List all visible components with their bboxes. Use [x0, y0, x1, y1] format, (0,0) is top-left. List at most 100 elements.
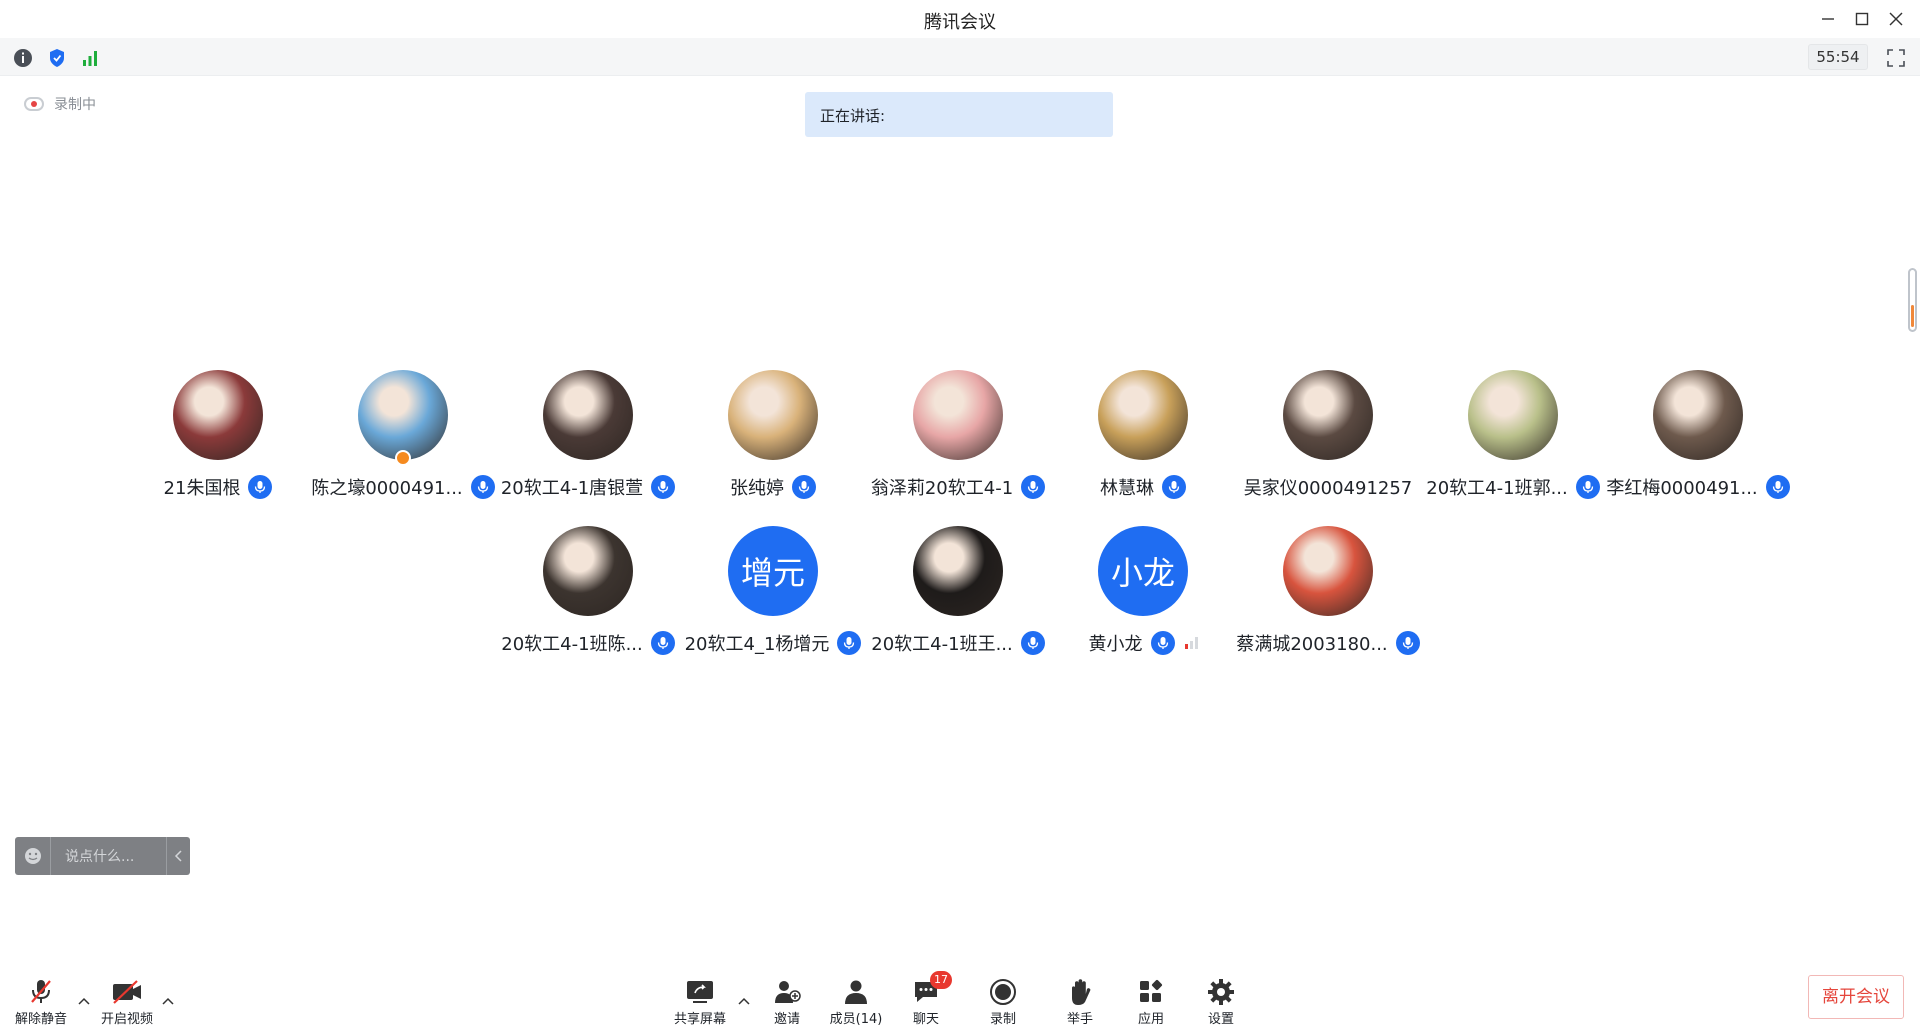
participant-name: 黄小龙 [1088, 634, 1143, 655]
apps-button[interactable]: 应用 [1116, 977, 1186, 1027]
invite-button[interactable]: 邀请 [752, 977, 822, 1027]
settings-label: 设置 [1207, 1012, 1234, 1027]
participant-tile[interactable]: 小龙黄小龙 [1053, 526, 1233, 676]
participant-tile[interactable]: 增元 20软工4_1杨增元 [683, 526, 863, 676]
participant-name: 20软工4-1唐银萱 [500, 478, 644, 499]
participant-name-row: 李红梅0000491... [1588, 474, 1808, 500]
participant-name-row: 蔡满城2003180... [1218, 630, 1438, 656]
avatar: 小龙 [1098, 526, 1188, 616]
chat-input[interactable]: 说点什么... [15, 837, 190, 875]
recording-label: 录制中 [54, 97, 96, 113]
unmute-label: 解除静音 [14, 1012, 67, 1027]
chat-placeholder: 说点什么... [65, 849, 135, 865]
mic-muted-icon [25, 977, 57, 1006]
record-icon [987, 977, 1019, 1006]
participant-name: 20软工4-1班郭... [1426, 478, 1568, 499]
settings-button[interactable]: 设置 [1186, 977, 1256, 1027]
participant-name: 20软工4-1班王... [871, 634, 1013, 655]
bottom-toolbar: 解除静音 开启视频 共享屏幕 邀请 成员(14) 17 聊天 录制 举手 应用 … [0, 965, 1920, 1030]
raise-hand-label: 举手 [1066, 1012, 1093, 1027]
start-video-label: 开启视频 [100, 1012, 153, 1027]
avatar [1098, 370, 1188, 460]
record-button[interactable]: 录制 [968, 977, 1038, 1027]
avatar [1283, 526, 1373, 616]
maximize-icon[interactable] [1850, 8, 1874, 30]
raise-hand-button[interactable]: 举手 [1045, 977, 1115, 1027]
participant-tile[interactable]: 陈之壕0000491... [311, 370, 495, 520]
avatar: 增元 [728, 526, 818, 616]
emoji-icon[interactable] [15, 837, 51, 875]
shield-icon[interactable] [45, 46, 69, 70]
avatar [543, 526, 633, 616]
video-off-icon [111, 977, 143, 1006]
mic-icon [1765, 475, 1790, 499]
title-bar: 腾讯会议 [0, 0, 1920, 38]
avatar [913, 370, 1003, 460]
weak-signal-icon [1184, 637, 1198, 649]
record-label: 录制 [989, 1012, 1016, 1027]
participant-tile[interactable]: 20软工4-1班陈... [498, 526, 678, 676]
meeting-timer: 55:54 [1808, 44, 1868, 70]
participant-tile[interactable]: 21朱国根 [128, 370, 308, 520]
chevron-up-icon[interactable] [76, 993, 92, 1009]
chevron-up-icon[interactable] [736, 993, 752, 1009]
chat-icon: 17 [910, 971, 952, 1006]
participant-tile[interactable]: 张纯婷 [683, 370, 863, 520]
participant-name: 吴家仪0000491257 [1243, 478, 1413, 499]
start-video-button[interactable]: 开启视频 [92, 977, 162, 1027]
speaking-banner: 正在讲话: [805, 92, 1113, 137]
avatar [1653, 370, 1743, 460]
participant-name: 20软工4_1杨增元 [684, 634, 830, 655]
share-screen-label: 共享屏幕 [673, 1012, 726, 1027]
invite-label: 邀请 [773, 1012, 800, 1027]
unmute-button[interactable]: 解除静音 [6, 977, 76, 1027]
participant-tile[interactable]: 蔡满城2003180... [1236, 526, 1420, 676]
mic-icon [1150, 631, 1175, 655]
participant-tile[interactable]: 20软工4-1班郭... [1423, 370, 1603, 520]
leave-meeting-button[interactable]: 离开会议 [1808, 975, 1904, 1019]
chevron-left-icon[interactable] [166, 837, 190, 875]
members-button[interactable]: 成员(14) [821, 977, 891, 1027]
window-title: 腾讯会议 [924, 12, 996, 33]
add-user-icon [771, 977, 803, 1006]
recording-indicator: 录制中 [24, 94, 96, 114]
participant-tile[interactable]: 吴家仪0000491257 [1238, 370, 1418, 520]
cloud-record-icon [24, 97, 44, 111]
participant-tile[interactable]: 李红梅0000491... [1606, 370, 1790, 520]
avatar [913, 526, 1003, 616]
close-icon[interactable] [1884, 8, 1908, 30]
share-screen-button[interactable]: 共享屏幕 [665, 977, 735, 1027]
avatar [728, 370, 818, 460]
minimize-icon[interactable] [1816, 8, 1840, 30]
scrollbar[interactable] [1908, 268, 1917, 332]
network-signal-icon[interactable] [78, 46, 102, 70]
participant-name: 李红梅0000491... [1606, 478, 1758, 499]
participant-tile[interactable]: 20软工4-1唐银萱 [498, 370, 678, 520]
apps-label: 应用 [1137, 1012, 1164, 1027]
gear-icon [1205, 977, 1237, 1006]
info-icon[interactable] [11, 46, 35, 70]
chevron-up-icon[interactable] [160, 993, 176, 1009]
chat-label: 聊天 [912, 1012, 939, 1027]
participant-tile[interactable]: 林慧琳 [1053, 370, 1233, 520]
participant-name: 陈之壕0000491... [311, 478, 463, 499]
participant-name: 翁泽莉20软工4-1 [870, 478, 1014, 499]
members-label: 成员(14) [829, 1012, 883, 1027]
mic-icon [1162, 475, 1186, 499]
avatar [358, 370, 448, 460]
mic-icon [1395, 631, 1420, 655]
avatar [173, 370, 263, 460]
top-toolbar: 55:54 [0, 38, 1920, 76]
chat-button[interactable]: 17 聊天 [891, 971, 961, 1027]
host-badge [395, 450, 411, 466]
participant-tile[interactable]: 20软工4-1班王... [868, 526, 1048, 676]
avatar [1283, 370, 1373, 460]
fullscreen-icon[interactable] [1884, 46, 1908, 70]
chat-unread-badge: 17 [930, 971, 952, 989]
avatar [543, 370, 633, 460]
share-screen-icon [684, 977, 716, 1006]
participant-tile[interactable]: 翁泽莉20软工4-1 [868, 370, 1048, 520]
participant-name: 张纯婷 [730, 478, 784, 499]
participant-name: 林慧琳 [1100, 478, 1154, 499]
raise-hand-icon [1064, 977, 1096, 1006]
